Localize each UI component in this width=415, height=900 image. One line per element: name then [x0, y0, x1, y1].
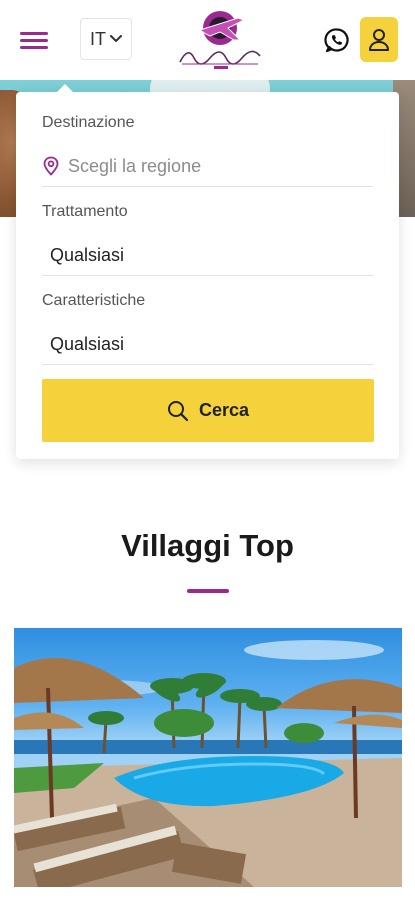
destination-placeholder: Scegli la regione: [68, 155, 202, 176]
destination-field: Destinazione Scegli la regione: [42, 114, 373, 187]
treatment-value: Qualsiasi: [50, 244, 125, 265]
search-card: Destinazione Scegli la regione Trattamen…: [16, 84, 399, 459]
section-title: Villaggi Top: [121, 528, 294, 563]
user-account-button[interactable]: [360, 17, 398, 62]
language-selector[interactable]: IT: [80, 18, 132, 60]
language-code: IT: [90, 28, 106, 49]
destination-label: Destinazione: [42, 114, 135, 131]
features-value: Qualsiasi: [50, 333, 125, 354]
features-select[interactable]: Qualsiasi: [42, 324, 373, 365]
top-header: IT: [0, 0, 415, 80]
plane-logo-icon[interactable]: [170, 6, 270, 72]
whatsapp-icon[interactable]: [324, 27, 350, 53]
hamburger-menu-icon[interactable]: [20, 30, 48, 50]
resort-photo[interactable]: [14, 628, 402, 887]
features-field: Caratteristiche Qualsiasi: [42, 292, 373, 365]
search-button[interactable]: Cerca: [42, 379, 374, 442]
treatment-select[interactable]: Qualsiasi: [42, 235, 373, 276]
features-label: Caratteristiche: [42, 292, 146, 309]
title-underline: [187, 589, 229, 593]
treatment-label: Trattamento: [42, 203, 128, 220]
search-button-label: Cerca: [198, 400, 250, 420]
map-pin-icon: [43, 156, 59, 176]
resort-scene: [14, 640, 402, 887]
treatment-field: Trattamento Qualsiasi: [42, 203, 373, 276]
chevron-down-icon: [110, 35, 122, 42]
destination-input[interactable]: Scegli la regione: [42, 146, 373, 187]
search-icon: [167, 400, 189, 421]
user-icon: [369, 28, 389, 51]
card-caret: [56, 84, 74, 93]
